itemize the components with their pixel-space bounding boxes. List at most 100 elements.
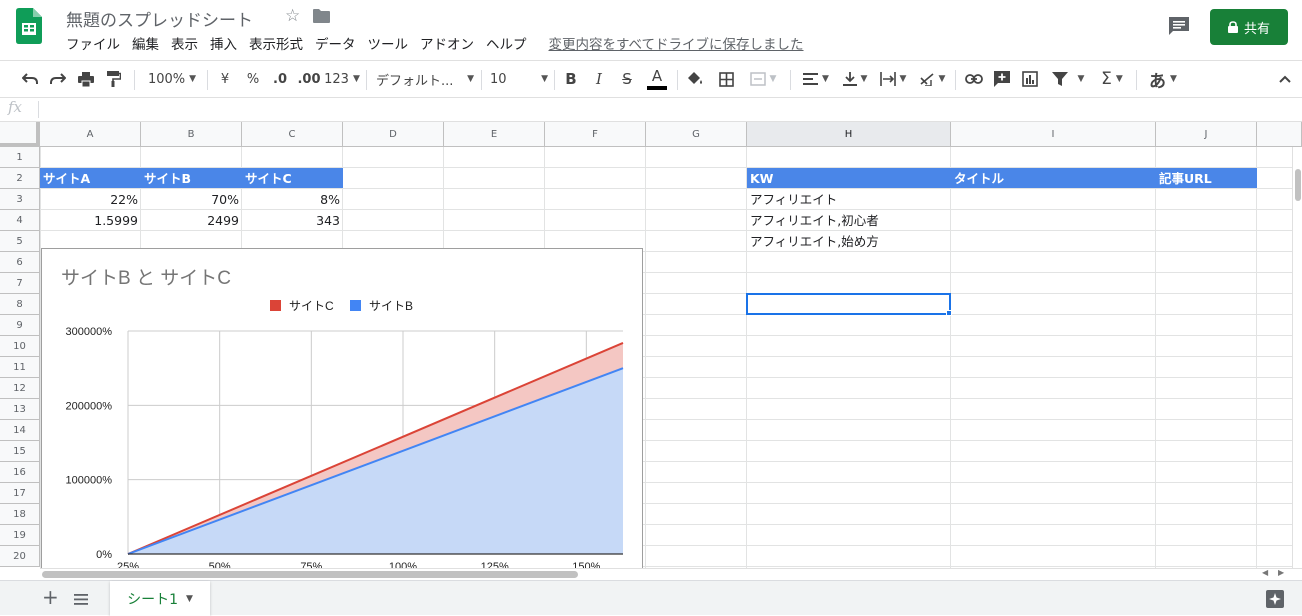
- sheet-tab-1[interactable]: シート1 ▼: [110, 581, 210, 616]
- row-header-12[interactable]: 12: [0, 378, 40, 399]
- text-wrapping-icon[interactable]: ▼: [876, 61, 910, 97]
- menu-format[interactable]: 表示形式: [243, 35, 309, 55]
- filter-icon[interactable]: ▼: [1046, 61, 1090, 97]
- row-header-10[interactable]: 10: [0, 336, 40, 357]
- insert-chart-icon[interactable]: [1018, 61, 1042, 97]
- bold-icon[interactable]: B: [561, 61, 581, 97]
- fill-handle[interactable]: [946, 310, 952, 316]
- undo-icon[interactable]: [18, 61, 42, 97]
- insert-link-icon[interactable]: [962, 61, 986, 97]
- horizontal-scroll-thumb[interactable]: [42, 571, 578, 578]
- cell-H4[interactable]: アフィリエイト,初心者: [747, 210, 951, 230]
- row-header-19[interactable]: 19: [0, 525, 40, 546]
- scroll-right-icon[interactable]: ▶: [1278, 568, 1284, 577]
- folder-icon[interactable]: [313, 9, 330, 23]
- italic-icon[interactable]: I: [589, 61, 609, 97]
- print-icon[interactable]: [74, 61, 98, 97]
- row-header-4[interactable]: 4: [0, 210, 40, 231]
- column-header-G[interactable]: G: [646, 122, 747, 147]
- decrease-decimal-button[interactable]: .0: [268, 61, 292, 97]
- row-header-13[interactable]: 13: [0, 399, 40, 420]
- horizontal-align-icon[interactable]: ▼: [798, 61, 834, 97]
- cell-A2[interactable]: サイトA: [40, 168, 141, 188]
- row-header-1[interactable]: 1: [0, 147, 40, 168]
- redo-icon[interactable]: [46, 61, 70, 97]
- menu-tools[interactable]: ツール: [362, 35, 415, 55]
- menu-data[interactable]: データ: [309, 35, 362, 55]
- column-header-D[interactable]: D: [343, 122, 444, 147]
- explore-icon[interactable]: [1266, 590, 1284, 608]
- column-header-A[interactable]: A: [40, 122, 141, 147]
- row-header-3[interactable]: 3: [0, 189, 40, 210]
- column-header-H[interactable]: H: [747, 122, 951, 147]
- cell-J2[interactable]: 記事URL: [1156, 168, 1257, 188]
- menu-view[interactable]: 表示: [165, 35, 204, 55]
- more-formats-select[interactable]: 123 ▼: [324, 61, 360, 97]
- menu-edit[interactable]: 編集: [126, 35, 165, 55]
- row-header-18[interactable]: 18: [0, 504, 40, 525]
- functions-icon[interactable]: Σ ▼: [1094, 61, 1130, 97]
- vertical-align-icon[interactable]: ▼: [838, 61, 872, 97]
- cell-C2[interactable]: サイトC: [242, 168, 343, 188]
- row-header-7[interactable]: 7: [0, 273, 40, 294]
- column-header-E[interactable]: E: [444, 122, 545, 147]
- sheets-logo-icon[interactable]: [16, 8, 42, 44]
- add-sheet-icon[interactable]: +: [42, 587, 59, 607]
- menu-help[interactable]: ヘルプ: [480, 35, 533, 55]
- share-button[interactable]: 共有: [1210, 9, 1288, 45]
- text-color-icon[interactable]: A: [645, 61, 669, 97]
- column-header-C[interactable]: C: [242, 122, 343, 147]
- column-header-B[interactable]: B: [141, 122, 242, 147]
- area-chart[interactable]: サイトB と サイトC サイトC サイトB 0% 100000% 200000% 300…: [41, 248, 643, 568]
- row-header-14[interactable]: 14: [0, 420, 40, 441]
- cell-H5[interactable]: アフィリエイト,始め方: [747, 231, 951, 251]
- menu-addons[interactable]: アドオン: [414, 35, 480, 55]
- merge-cells-icon[interactable]: ▼: [743, 61, 783, 97]
- row-header-6[interactable]: 6: [0, 252, 40, 273]
- row-header-17[interactable]: 17: [0, 483, 40, 504]
- scroll-left-icon[interactable]: ◀: [1262, 568, 1268, 577]
- cell-A3[interactable]: 22%: [40, 189, 141, 209]
- cell-H3[interactable]: アフィリエイト: [747, 189, 951, 209]
- document-title[interactable]: 無題のスプレッドシート: [66, 6, 253, 31]
- input-tools-select[interactable]: あ ▼: [1143, 61, 1183, 97]
- horizontal-scrollbar[interactable]: ◀ ▶: [40, 568, 1302, 580]
- save-status-link[interactable]: 変更内容をすべてドライブに保存しました: [543, 35, 810, 55]
- row-header-11[interactable]: 11: [0, 357, 40, 378]
- selected-cell-H8[interactable]: [746, 293, 951, 315]
- collapse-menu-icon[interactable]: [1274, 61, 1296, 97]
- column-header-J[interactable]: J: [1156, 122, 1257, 147]
- strikethrough-icon[interactable]: S: [617, 61, 637, 97]
- row-header-8[interactable]: 8: [0, 294, 40, 315]
- increase-decimal-button[interactable]: .00: [296, 61, 322, 97]
- cell-H2[interactable]: KW: [747, 168, 951, 188]
- cell-B2[interactable]: サイトB: [141, 168, 242, 188]
- cell-C4[interactable]: 343: [242, 210, 343, 230]
- all-sheets-icon[interactable]: [74, 594, 88, 605]
- borders-icon[interactable]: [715, 61, 737, 97]
- font-size-select[interactable]: 10 ▼: [490, 61, 548, 97]
- column-header-I[interactable]: I: [951, 122, 1156, 147]
- cell-B3[interactable]: 70%: [141, 189, 242, 209]
- vertical-scrollbar[interactable]: [1292, 147, 1302, 568]
- insert-comment-icon[interactable]: [990, 61, 1014, 97]
- row-header-16[interactable]: 16: [0, 462, 40, 483]
- cell-I2[interactable]: タイトル: [951, 168, 1156, 188]
- cell-A4[interactable]: 1.5999: [40, 210, 141, 230]
- formula-input[interactable]: [44, 98, 1294, 121]
- menu-file[interactable]: ファイル: [60, 35, 126, 55]
- select-all-corner[interactable]: [0, 122, 40, 147]
- row-header-2[interactable]: 2: [0, 168, 40, 189]
- vertical-scroll-thumb[interactable]: [1295, 169, 1301, 201]
- row-header-20[interactable]: 20: [0, 546, 40, 567]
- column-header-F[interactable]: F: [545, 122, 646, 147]
- currency-button[interactable]: ¥: [214, 61, 236, 97]
- row-header-5[interactable]: 5: [0, 231, 40, 252]
- menu-insert[interactable]: 挿入: [204, 35, 243, 55]
- text-rotation-icon[interactable]: ▼: [914, 61, 950, 97]
- paint-format-icon[interactable]: [102, 61, 126, 97]
- font-family-select[interactable]: デフォルト... ▼: [376, 61, 474, 97]
- row-header-15[interactable]: 15: [0, 441, 40, 462]
- star-icon[interactable]: ☆: [285, 6, 300, 26]
- zoom-select[interactable]: 100% ▼: [142, 61, 202, 97]
